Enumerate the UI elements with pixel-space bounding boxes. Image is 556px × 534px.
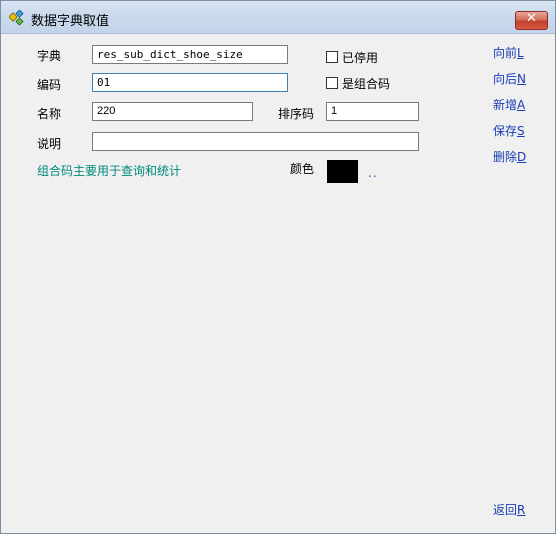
sort-label: 排序码 bbox=[278, 107, 315, 121]
prev-button-label: 向前 bbox=[493, 46, 518, 60]
combo-code-hint: 组合码主要用于查询和统计 bbox=[37, 164, 182, 178]
delete-button-label: 删除 bbox=[493, 150, 518, 164]
save-button-key: S bbox=[517, 124, 525, 138]
dict-field[interactable]: res_sub_dict_shoe_size bbox=[92, 45, 288, 64]
sort-field[interactable]: 1 bbox=[326, 102, 419, 121]
next-button-label: 向后 bbox=[493, 72, 518, 86]
code-label: 编码 bbox=[37, 78, 62, 92]
color-swatch[interactable] bbox=[327, 160, 358, 183]
next-button[interactable]: 向后N bbox=[493, 70, 526, 87]
add-button-key: A bbox=[517, 98, 526, 112]
back-button-key: R bbox=[517, 503, 526, 517]
disabled-checkbox[interactable] bbox=[326, 51, 338, 63]
disabled-label: 已停用 bbox=[342, 51, 379, 65]
color-picker-button[interactable]: .. bbox=[368, 166, 378, 180]
app-icon bbox=[9, 10, 24, 26]
save-button-label: 保存 bbox=[493, 124, 518, 138]
save-button[interactable]: 保存S bbox=[493, 122, 525, 139]
next-button-key: N bbox=[517, 72, 526, 86]
delete-button[interactable]: 删除D bbox=[493, 148, 526, 165]
name-label: 名称 bbox=[37, 107, 62, 121]
add-button[interactable]: 新增A bbox=[493, 96, 525, 113]
desc-label: 说明 bbox=[37, 137, 62, 151]
combo-code-label: 是组合码 bbox=[342, 77, 391, 91]
back-button-label: 返回 bbox=[493, 503, 518, 517]
window-title: 数据字典取值 bbox=[31, 14, 110, 29]
prev-button-key: L bbox=[517, 46, 524, 60]
desc-field[interactable] bbox=[92, 132, 419, 151]
dict-label: 字典 bbox=[37, 49, 62, 63]
color-label: 颜色 bbox=[290, 162, 315, 176]
title-bar[interactable]: 数据字典取值 ✕ bbox=[1, 1, 555, 34]
add-button-label: 新增 bbox=[493, 98, 518, 112]
dict-value-dialog: 数据字典取值 ✕ 字典 res_sub_dict_shoe_size 已停用 编… bbox=[0, 0, 556, 534]
combo-code-checkbox[interactable] bbox=[326, 77, 338, 89]
delete-button-key: D bbox=[517, 150, 527, 164]
prev-button[interactable]: 向前L bbox=[493, 44, 524, 61]
close-icon: ✕ bbox=[526, 11, 537, 26]
name-field[interactable]: 220 bbox=[92, 102, 253, 121]
back-button[interactable]: 返回R bbox=[493, 501, 525, 518]
code-field[interactable]: 01 bbox=[92, 73, 288, 92]
close-button[interactable]: ✕ bbox=[515, 11, 548, 30]
